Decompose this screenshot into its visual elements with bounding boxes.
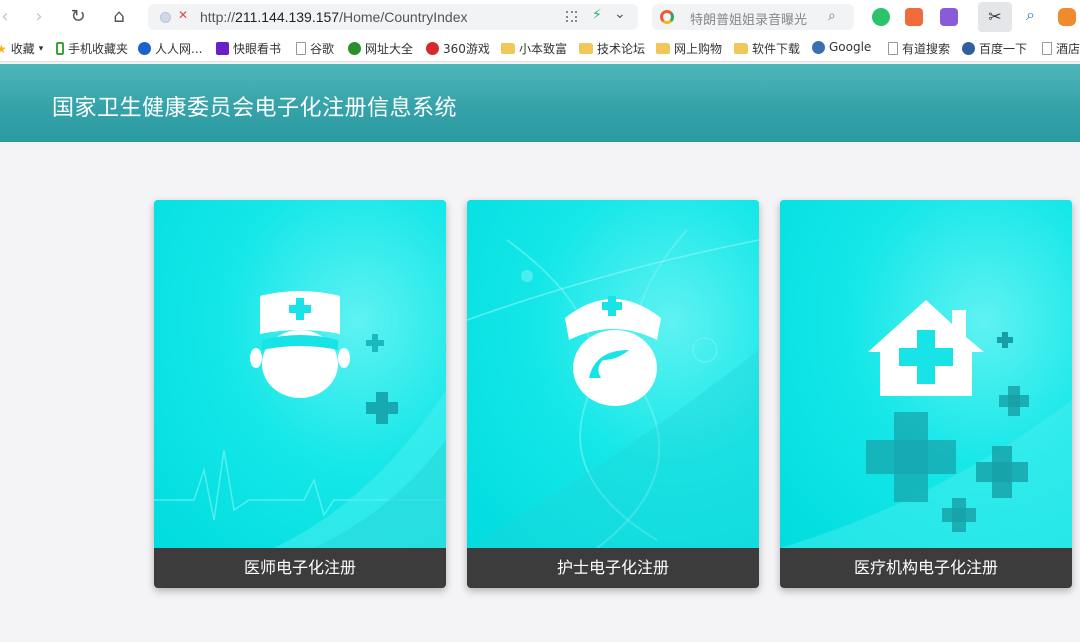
- bookmark-item[interactable]: 谷歌: [296, 40, 334, 57]
- page-icon: [1042, 42, 1052, 55]
- nurse-icon: [565, 296, 661, 406]
- site-header: 国家卫生健康委员会电子化注册信息系统: [0, 64, 1080, 142]
- globe-icon: [348, 42, 361, 55]
- home-icon[interactable]: ⌂: [108, 6, 130, 28]
- search-box[interactable]: 特朗普姐姐录音曝光 ⌕: [652, 4, 854, 30]
- browser-toolbar: ‹ › ↻ ⌂ ✕ http://211.144.139.157/Home/Co…: [0, 0, 1080, 34]
- bookmark-item[interactable]: 有道搜索: [888, 40, 950, 57]
- search-engine-logo-icon: [660, 10, 674, 24]
- game-extension-icon[interactable]: [1058, 8, 1076, 26]
- bookmark-item[interactable]: 软件下载: [734, 40, 800, 57]
- magnifier-extension-icon[interactable]: ⌕: [1026, 5, 1044, 24]
- page-icon: [888, 42, 898, 55]
- renren-icon: [138, 42, 151, 55]
- card-background: [467, 200, 759, 548]
- bookmark-item[interactable]: 网址大全: [348, 40, 413, 57]
- bookmark-item[interactable]: 人人网...: [138, 40, 202, 57]
- hospital-icon: [868, 300, 984, 396]
- baidu-icon: [962, 42, 975, 55]
- search-icon[interactable]: ⌕: [828, 8, 836, 24]
- bookmark-item[interactable]: 快眼看书: [216, 40, 281, 57]
- folder-icon: [656, 43, 670, 54]
- game-icon: [426, 42, 439, 55]
- card-label: 护士电子化注册: [467, 548, 759, 588]
- book-icon: [216, 42, 229, 55]
- search-input[interactable]: 特朗普姐姐录音曝光: [690, 9, 807, 28]
- bookmark-item[interactable]: 技术论坛: [579, 40, 645, 57]
- tv-extension-icon[interactable]: [905, 8, 923, 26]
- page-icon: [296, 42, 306, 55]
- doctor-registration-card[interactable]: 医师电子化注册: [154, 200, 446, 588]
- folder-icon: [501, 43, 515, 54]
- bookmark-item[interactable]: 网上购物: [656, 40, 722, 57]
- card-label: 医疗机构电子化注册: [780, 548, 1072, 588]
- back-icon[interactable]: ‹: [0, 6, 16, 28]
- forward-icon[interactable]: ›: [28, 6, 50, 28]
- chevron-down-icon: ▾: [38, 43, 44, 54]
- folder-icon: [579, 43, 593, 54]
- bookmark-item[interactable]: Google: [812, 40, 871, 54]
- bookmark-item[interactable]: 手机收藏夹: [56, 40, 128, 57]
- card-background: [154, 200, 446, 548]
- hospital-registration-card[interactable]: 医疗机构电子化注册: [780, 200, 1072, 588]
- bookmark-item[interactable]: ★收藏▾: [0, 40, 43, 57]
- reload-icon[interactable]: ↻: [67, 6, 89, 28]
- bookmark-item[interactable]: 酒店: [1042, 40, 1080, 57]
- translate-extension-icon[interactable]: [940, 8, 958, 26]
- page-title: 国家卫生健康委员会电子化注册信息系统: [52, 96, 458, 121]
- card-label: 医师电子化注册: [154, 548, 446, 588]
- not-secure-icon[interactable]: ✕: [178, 8, 188, 22]
- scissors-icon[interactable]: ✂: [978, 2, 1012, 32]
- bookmarks-bar: ★收藏▾ 手机收藏夹 人人网... 快眼看书 谷歌 网址大全 360游戏 小本致…: [0, 34, 1080, 62]
- lightning-icon[interactable]: ⚡: [592, 7, 602, 23]
- folder-icon: [734, 43, 748, 54]
- doctor-icon: [250, 291, 350, 398]
- address-bar[interactable]: ✕ http://211.144.139.157/Home/CountryInd…: [148, 4, 638, 30]
- bookmark-item[interactable]: 360游戏: [426, 40, 490, 57]
- qr-code-icon[interactable]: [566, 11, 577, 22]
- nurse-registration-card[interactable]: 护士电子化注册: [467, 200, 759, 588]
- star-icon: ★: [0, 42, 7, 56]
- main-content: 医师电子化注册 护士电子化注册 医疗机构电子化注册: [0, 142, 1080, 642]
- phone-icon: [56, 42, 64, 55]
- google-icon: [812, 40, 825, 54]
- bookmark-item[interactable]: 小本致富: [501, 40, 567, 57]
- site-favicon-icon: [160, 12, 171, 23]
- chat-extension-icon[interactable]: [872, 8, 890, 26]
- chevron-down-icon[interactable]: ⌄: [614, 6, 626, 22]
- address-url[interactable]: http://211.144.139.157/Home/CountryIndex: [200, 9, 468, 25]
- bookmark-item[interactable]: 百度一下: [962, 40, 1027, 57]
- card-background: [780, 200, 1072, 548]
